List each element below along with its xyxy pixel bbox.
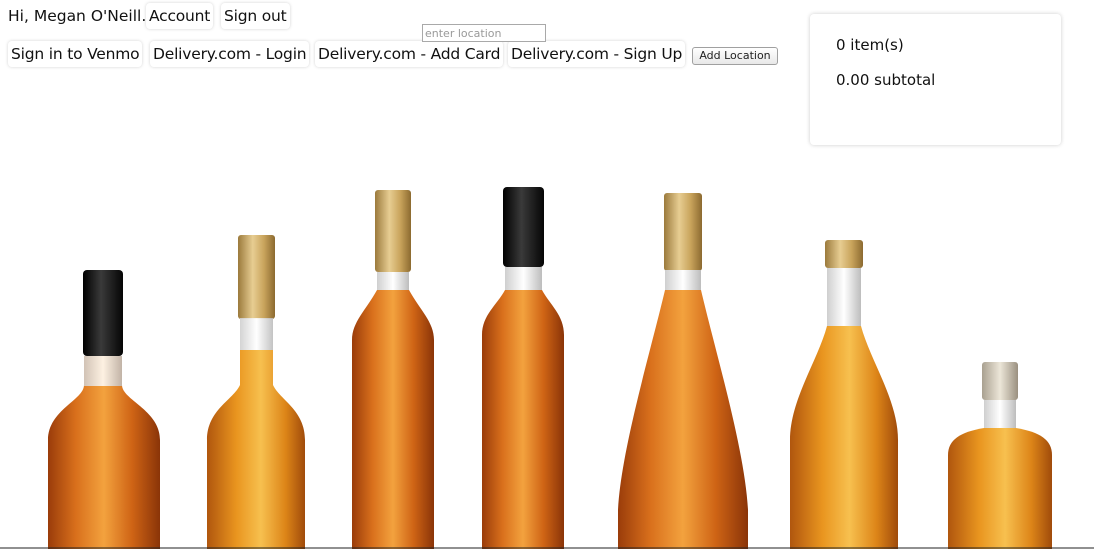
bottle-7 xyxy=(948,362,1052,549)
bottle-1 xyxy=(48,270,160,549)
venmo-signin-link[interactable]: Sign in to Venmo xyxy=(8,41,143,67)
sign-out-link[interactable]: Sign out xyxy=(221,3,290,29)
delivery-sign-up-link[interactable]: Delivery.com - Sign Up xyxy=(508,41,686,67)
account-link[interactable]: Account xyxy=(146,3,214,29)
delivery-add-card-link[interactable]: Delivery.com - Add Card xyxy=(315,41,504,67)
bottle-2 xyxy=(207,235,305,549)
bottle-3 xyxy=(352,190,434,549)
cart-summary: 0 item(s) 0.00 subtotal xyxy=(810,14,1061,145)
greeting-text: Hi, Megan O'Neill. xyxy=(8,7,147,25)
bottle-5 xyxy=(618,193,748,549)
location-input[interactable] xyxy=(422,24,546,42)
delivery-login-link[interactable]: Delivery.com - Login xyxy=(150,41,310,67)
cart-item-count: 0 item(s) xyxy=(836,36,904,54)
add-location-button[interactable]: Add Location xyxy=(692,47,778,65)
bottle-4 xyxy=(482,187,564,549)
cart-subtotal: 0.00 subtotal xyxy=(836,71,936,89)
page: Hi, Megan O'Neill. Account Sign out Sign… xyxy=(0,0,1094,549)
bottle-6 xyxy=(790,240,898,549)
